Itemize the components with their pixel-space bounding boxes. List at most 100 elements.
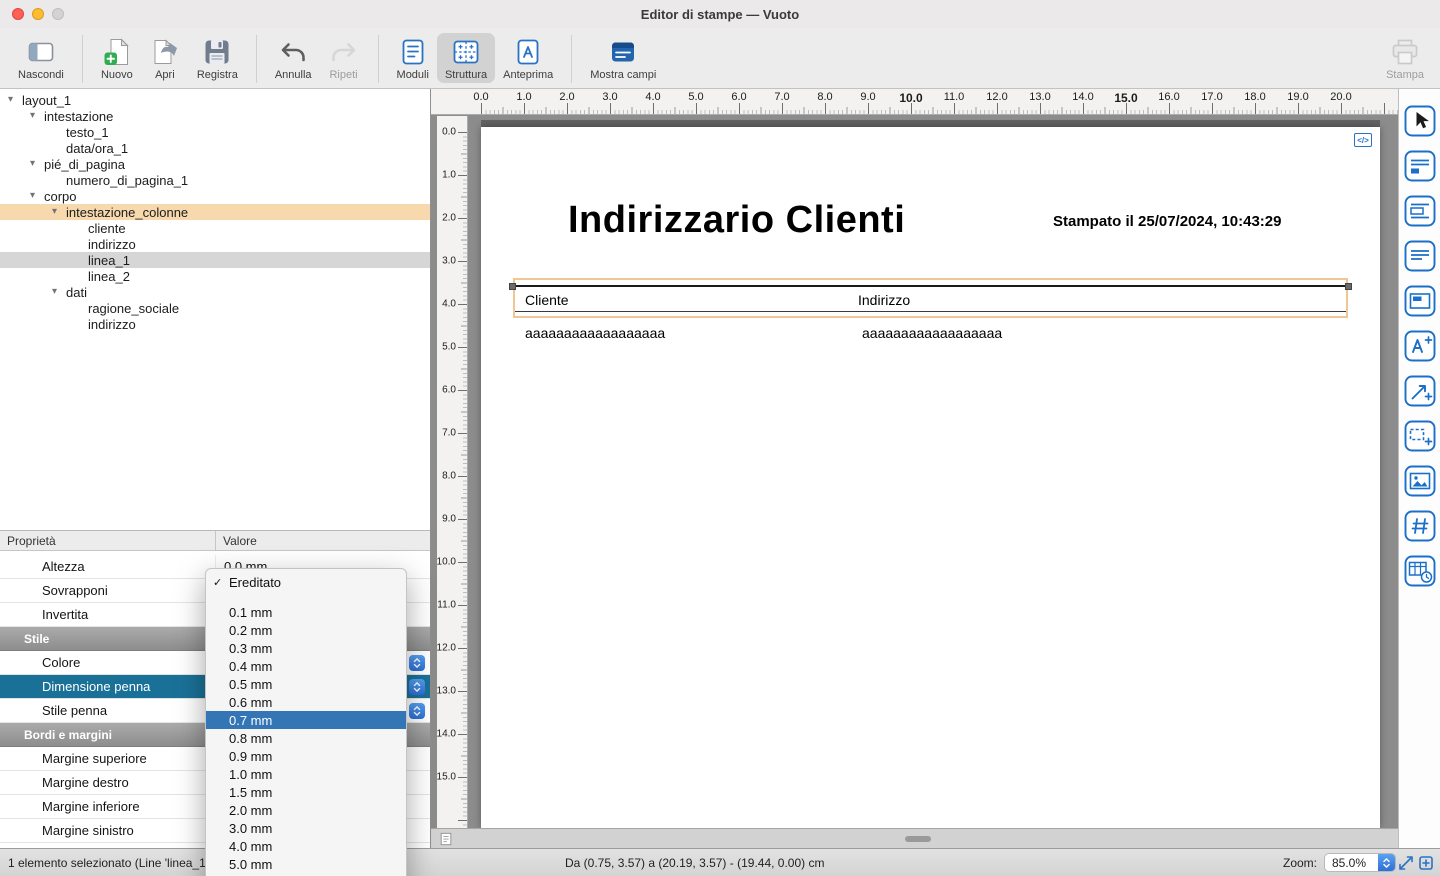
hruler-label: 11.0 (944, 91, 965, 103)
vruler-label: 0.0 (442, 127, 456, 138)
tool-band-footer-button[interactable] (1404, 240, 1436, 272)
tree-item-corpo[interactable]: ▾corpo (0, 188, 430, 204)
tool-image-button[interactable] (1404, 465, 1436, 497)
tool-rectangle-button[interactable] (1404, 420, 1436, 452)
disclosure-triangle-icon[interactable]: ▾ (8, 92, 22, 108)
close-window-button[interactable] (12, 8, 24, 20)
vruler-label: 9.0 (442, 514, 456, 525)
menu-item-0-3-mm[interactable]: 0.3 mm (206, 639, 406, 657)
toolbar-stampa-button[interactable]: Stampa (1378, 33, 1432, 83)
hruler-scale: 0.01.02.03.04.05.06.07.08.09.010.011.012… (481, 89, 1398, 114)
menu-item-1-0-mm[interactable]: 1.0 mm (206, 765, 406, 783)
menu-item-0-6-mm[interactable]: 0.6 mm (206, 693, 406, 711)
new-doc-icon (101, 36, 133, 68)
zoom-control: Zoom: 85.0% (1283, 853, 1396, 872)
tool-label-button[interactable] (1404, 285, 1436, 317)
column-header-box[interactable] (515, 285, 1346, 312)
tree-item-cliente[interactable]: cliente (0, 220, 430, 236)
property-name: Stile penna (0, 703, 215, 718)
tool-text-field-button[interactable] (1404, 330, 1436, 362)
minimize-window-button[interactable] (32, 8, 44, 20)
toolbar-struttura-button[interactable]: Struttura (437, 33, 495, 83)
toolbar-moduli-button[interactable]: Moduli (389, 33, 437, 83)
hruler-label: 15.0 (1114, 91, 1137, 105)
fit-window-icon[interactable] (1398, 855, 1414, 871)
page-corner-icon[interactable] (439, 832, 453, 846)
tool-table-field-button[interactable] (1404, 555, 1436, 587)
fields-icon (607, 36, 639, 68)
toolbar-separator (571, 35, 572, 83)
toolbar-button-label: Apri (155, 69, 175, 81)
menu-item-5-0-mm[interactable]: 5.0 mm (206, 855, 406, 873)
toolbar-ripeti-button[interactable]: Ripeti (320, 33, 368, 83)
line-handle-right[interactable] (1345, 283, 1352, 290)
column-header-band[interactable]: ClienteIndirizzo (513, 278, 1348, 318)
menu-item-label: 0.8 mm (229, 731, 272, 746)
menu-item-0-4-mm[interactable]: 0.4 mm (206, 657, 406, 675)
menu-item-1-5-mm[interactable]: 1.5 mm (206, 783, 406, 801)
menu-item-0-2-mm[interactable]: 0.2 mm (206, 621, 406, 639)
menu-item-3-0-mm[interactable]: 3.0 mm (206, 819, 406, 837)
tree-item-data-ora_1[interactable]: data/ora_1 (0, 140, 430, 156)
tree-item-ragione_sociale[interactable]: ragione_sociale (0, 300, 430, 316)
tree-item-pi-_di_pagina[interactable]: ▾pié_di_pagina (0, 156, 430, 172)
tree-item-testo_1[interactable]: testo_1 (0, 124, 430, 140)
tree-item-numero_di_pagina_1[interactable]: numero_di_pagina_1 (0, 172, 430, 188)
hruler-label: 1.0 (516, 91, 531, 103)
tree-item-linea_1[interactable]: linea_1 (0, 252, 430, 268)
tool-band-detail-button[interactable] (1404, 150, 1436, 182)
menu-item-0-1-mm[interactable]: 0.1 mm (206, 603, 406, 621)
disclosure-triangle-icon[interactable]: ▾ (30, 108, 44, 124)
toolbar-mostra-campi-button[interactable]: Mostra campi (582, 33, 664, 83)
menu-item-4-0-mm[interactable]: 4.0 mm (206, 837, 406, 855)
disclosure-triangle-icon[interactable]: ▾ (30, 156, 44, 172)
menu-item-0-7-mm[interactable]: 0.7 mm (206, 711, 406, 729)
popup-arrows-button[interactable] (409, 679, 425, 695)
scrollbar-thumb[interactable] (905, 836, 931, 842)
popup-arrows-button[interactable] (409, 703, 425, 719)
menu-item-2-0-mm[interactable]: 2.0 mm (206, 801, 406, 819)
toolbar-anteprima-button[interactable]: Anteprima (495, 33, 561, 83)
toolbar-separator (82, 35, 83, 83)
tree-item-indirizzo[interactable]: indirizzo (0, 316, 430, 332)
code-badge-icon[interactable]: </> (1354, 133, 1372, 147)
tool-number-field-button[interactable] (1404, 510, 1436, 542)
toolbar-apri-button[interactable]: Apri (141, 33, 189, 83)
report-page[interactable]: Indirizzario Clienti Stampato il 25/07/2… (481, 127, 1380, 828)
tree-item-indirizzo[interactable]: indirizzo (0, 236, 430, 252)
vruler-label: 1.0 (442, 170, 456, 181)
toolbar-annulla-button[interactable]: Annulla (267, 33, 320, 83)
toolbar-registra-button[interactable]: Registra (189, 33, 246, 83)
canvas-scrollbar[interactable] (431, 828, 1398, 848)
tree-item-layout_1[interactable]: ▾layout_1 (0, 92, 430, 108)
tree-item-intestazione_colonne[interactable]: ▾intestazione_colonne (0, 204, 430, 220)
zoom-window-button[interactable] (52, 8, 64, 20)
toolbar-nuovo-button[interactable]: Nuovo (93, 33, 141, 83)
tool-select-button[interactable] (1404, 105, 1436, 137)
app-window: Editor di stampe — Vuoto NascondiNuovoAp… (0, 0, 1440, 876)
tree-item-dati[interactable]: ▾dati (0, 284, 430, 300)
zoom-popup-arrows-icon[interactable] (1378, 854, 1395, 871)
menu-item-0-9-mm[interactable]: 0.9 mm (206, 747, 406, 765)
print-timestamp[interactable]: Stampato il 25/07/2024, 10:43:29 (1053, 213, 1281, 230)
disclosure-triangle-icon[interactable]: ▾ (52, 284, 66, 300)
fit-page-icon[interactable] (1418, 855, 1434, 871)
zoom-select[interactable]: 85.0% (1324, 853, 1396, 872)
popup-arrows-button[interactable] (409, 655, 425, 671)
tree-item-linea_2[interactable]: linea_2 (0, 268, 430, 284)
menu-item-0-8-mm[interactable]: 0.8 mm (206, 729, 406, 747)
menu-item-ereditato[interactable]: ✓Ereditato (206, 573, 406, 591)
tool-line-button[interactable] (1404, 375, 1436, 407)
disclosure-triangle-icon[interactable]: ▾ (52, 204, 66, 220)
tool-band-header-button[interactable] (1404, 195, 1436, 227)
toolbar-button-label: Anteprima (503, 69, 553, 81)
page-top-edge (481, 120, 1380, 127)
toolbar-nascondi-button[interactable]: Nascondi (10, 33, 72, 83)
menu-item-0-5-mm[interactable]: 0.5 mm (206, 675, 406, 693)
report-title[interactable]: Indirizzario Clienti (568, 199, 905, 242)
menu-item-label: 1.5 mm (229, 785, 272, 800)
tree-item-intestazione[interactable]: ▾intestazione (0, 108, 430, 124)
line-handle-left[interactable] (509, 283, 516, 290)
disclosure-triangle-icon[interactable]: ▾ (30, 188, 44, 204)
hruler-label: 16.0 (1158, 91, 1179, 103)
